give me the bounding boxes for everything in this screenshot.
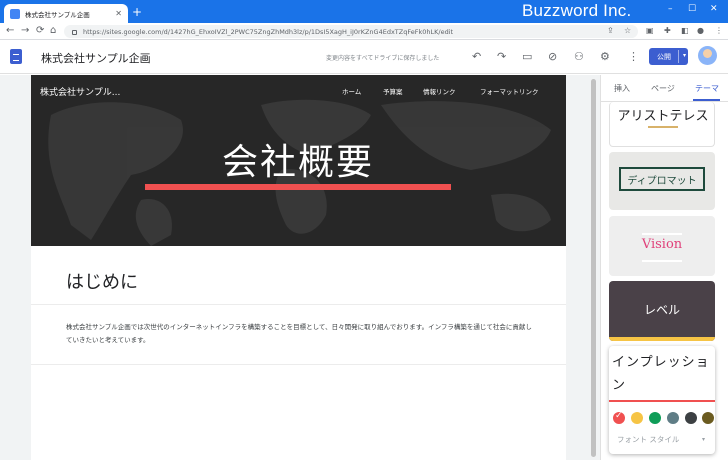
canvas-scrollbar[interactable]	[588, 75, 599, 460]
maximize-icon[interactable]: ☐	[688, 4, 696, 14]
extension-icon[interactable]: ▣	[646, 25, 654, 37]
publish-dropdown-icon[interactable]: ▾	[683, 52, 686, 59]
theme-aristotle[interactable]: アリストテレス	[609, 102, 715, 147]
color-swatch[interactable]	[613, 411, 625, 424]
tab-pages[interactable]: ページ	[651, 83, 675, 94]
more-options-icon[interactable]: ⋮	[628, 50, 639, 63]
scrollbar-thumb[interactable]	[591, 79, 596, 457]
lock-icon	[72, 30, 77, 35]
hero-title[interactable]: 会社概要	[98, 133, 498, 185]
tab-insert[interactable]: 挿入	[614, 83, 630, 94]
theme-impression-name: インプレッション	[612, 355, 710, 393]
hero-header[interactable]: 株式会社サンプル... ホーム 予算案 情報リンク フォーマットリンク 会社概要	[31, 75, 566, 246]
nav-home[interactable]: ホーム	[342, 86, 361, 96]
theme-impression[interactable]: インプレッション フォント スタイル ▾	[609, 346, 715, 454]
save-status: 変更内容をすべてドライブに保存しました	[326, 55, 440, 62]
new-tab-button[interactable]: +	[132, 5, 142, 19]
browser-tab[interactable]: 株式会社サンプル企画 ✕	[4, 4, 128, 23]
sites-toolbar: 株式会社サンプル企画 変更内容をすべてドライブに保存しました ↶ ↷ ▭ ⊘ ⚇…	[0, 40, 728, 74]
avatar[interactable]	[698, 46, 717, 65]
nav-budget[interactable]: 予算案	[383, 86, 403, 96]
theme-aristotle-name: アリストテレス	[617, 109, 709, 124]
theme-level[interactable]: レベル	[609, 281, 715, 341]
theme-vision[interactable]: Vision	[609, 216, 715, 276]
theme-vision-name: Vision	[641, 237, 683, 252]
nav-format-links[interactable]: フォーマットリンク	[480, 86, 539, 96]
tab-title: 株式会社サンプル企画	[25, 10, 90, 19]
tab-themes[interactable]: テーマ	[695, 83, 719, 94]
url-text: https://sites.google.com/d/1427hG_EhxoIV…	[83, 27, 454, 36]
section-title[interactable]: はじめに	[66, 268, 138, 294]
forward-icon[interactable]: →	[21, 25, 29, 37]
tab-close-icon[interactable]: ✕	[115, 9, 122, 18]
publish-button[interactable]: 公開 ▾	[649, 48, 688, 65]
address-bar: ← → ⟳ ⌂ https://sites.google.com/d/1427h…	[0, 23, 728, 40]
sidebar-icon[interactable]: ◧	[681, 25, 689, 37]
share-with-others-icon[interactable]: ⚇	[574, 50, 584, 63]
profile-icon[interactable]: ●	[697, 25, 704, 37]
color-swatch[interactable]	[649, 412, 661, 424]
copy-link-icon[interactable]: ⊘	[548, 50, 557, 63]
chevron-down-icon[interactable]: ▾	[702, 436, 705, 443]
back-icon[interactable]: ←	[6, 25, 14, 37]
close-window-icon[interactable]: ✕	[710, 4, 718, 14]
menu-icon[interactable]: ⋮	[715, 25, 723, 37]
color-swatch[interactable]	[702, 412, 714, 424]
sites-favicon-icon	[10, 8, 20, 19]
sites-logo-icon[interactable]	[10, 49, 22, 64]
site-name[interactable]: 株式会社サンプル...	[40, 85, 120, 98]
brand-watermark: Buzzword Inc.	[522, 1, 632, 20]
theme-level-name: レベル	[643, 303, 680, 317]
share-icon[interactable]: ⇪	[607, 25, 614, 37]
document-title[interactable]: 株式会社サンプル企画	[41, 50, 151, 66]
puzzle-icon[interactable]: ✚	[664, 25, 671, 37]
side-panel: 挿入 ページ テーマ アリストテレス ディプロマット Vision レベル イン…	[600, 75, 728, 460]
theme-diplomat[interactable]: ディプロマット	[609, 152, 715, 210]
nav-info-links[interactable]: 情報リンク	[423, 86, 456, 96]
publish-label: 公開	[657, 52, 671, 61]
minimize-icon[interactable]: –	[668, 4, 673, 14]
color-swatch[interactable]	[667, 412, 679, 424]
theme-diplomat-name: ディプロマット	[619, 167, 705, 191]
hero-accent-bar	[145, 184, 451, 190]
star-icon[interactable]: ☆	[624, 25, 631, 37]
home-icon[interactable]: ⌂	[50, 25, 56, 37]
color-swatch[interactable]	[685, 412, 697, 424]
reload-icon[interactable]: ⟳	[36, 25, 44, 37]
undo-icon[interactable]: ↶	[472, 50, 481, 63]
body-paragraph[interactable]: 株式会社サンプル企画では次世代のインターネットインフラを構築することを目標として…	[66, 321, 536, 347]
color-swatch[interactable]	[631, 412, 643, 424]
redo-icon[interactable]: ↷	[497, 50, 506, 63]
url-field[interactable]: https://sites.google.com/d/1427hG_EhxoIV…	[64, 25, 638, 38]
section-divider	[31, 364, 566, 365]
font-style-dropdown[interactable]: フォント スタイル	[617, 434, 679, 445]
settings-icon[interactable]: ⚙	[600, 50, 610, 63]
section-divider	[31, 304, 566, 305]
site-page: 株式会社サンプル... ホーム 予算案 情報リンク フォーマットリンク 会社概要…	[31, 75, 566, 460]
browser-tabstrip: 株式会社サンプル企画 ✕ + Buzzword Inc. – ☐ ✕	[0, 0, 728, 23]
preview-icon[interactable]: ▭	[522, 50, 532, 63]
